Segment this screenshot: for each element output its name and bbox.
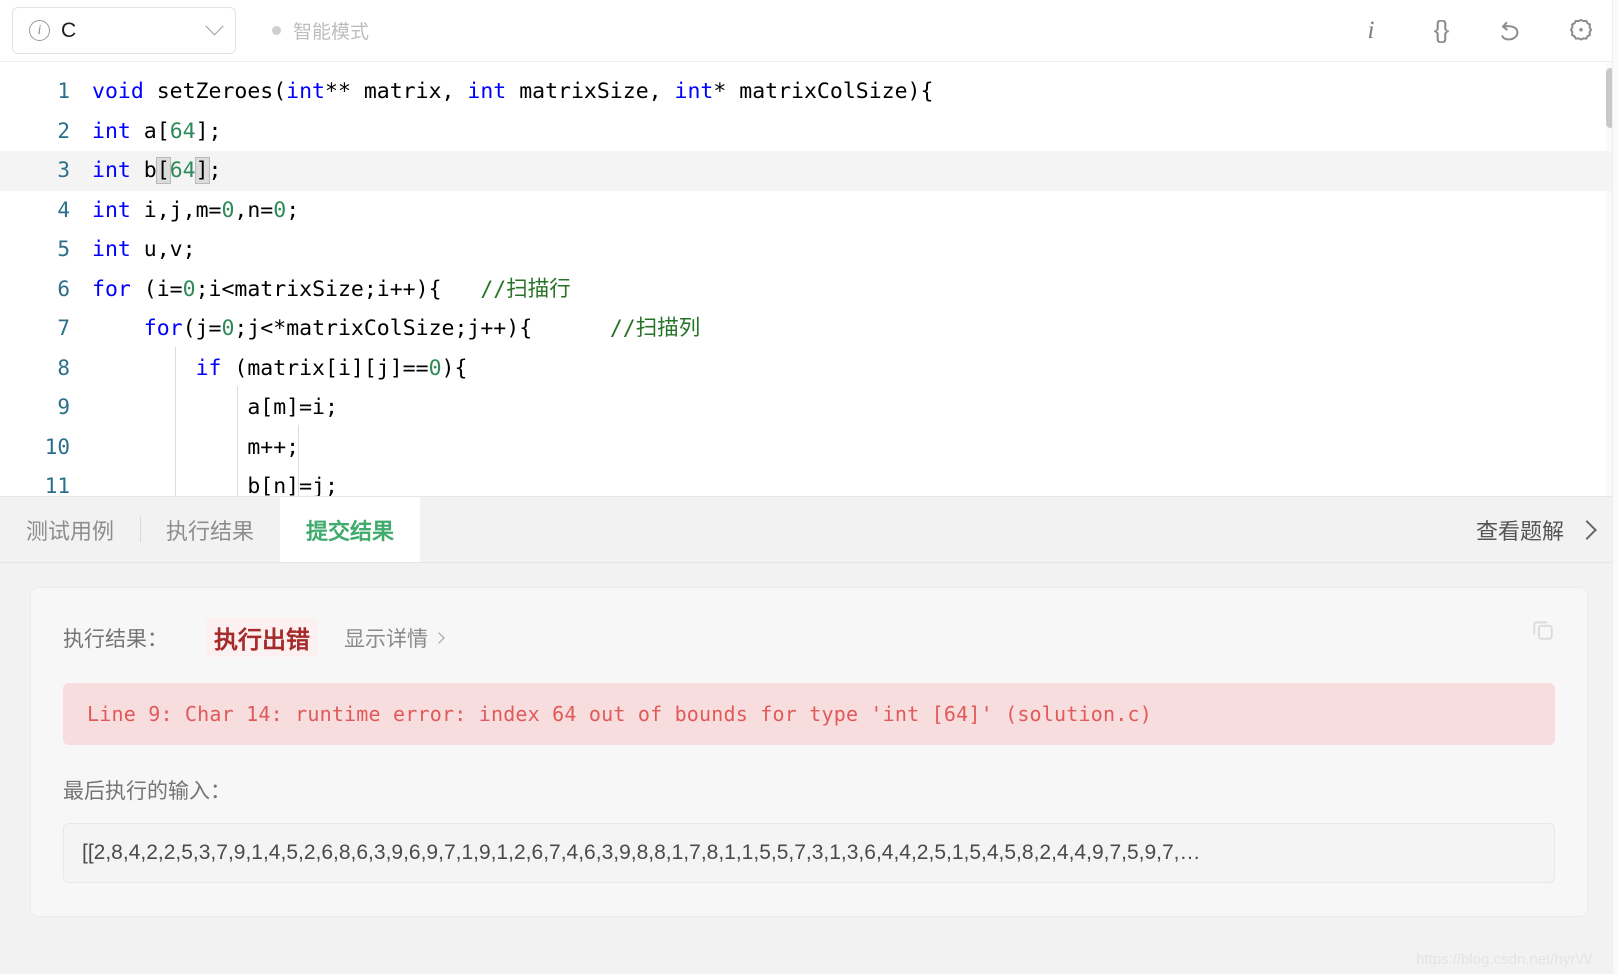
code-line[interactable]: 8 if (matrix[i][j]==0){	[0, 349, 1618, 389]
line-number: 8	[57, 355, 70, 380]
code-line[interactable]: 3 int b[64];	[0, 151, 1618, 191]
smart-mode-label: 智能模式	[293, 22, 370, 43]
show-details-label: 显示详情	[344, 627, 428, 651]
gear-icon	[1569, 18, 1593, 41]
reset-code-button[interactable]	[1496, 16, 1526, 46]
code-line[interactable]: 9 a[m]=i;	[0, 388, 1618, 428]
last-input-box[interactable]: [[2,8,4,2,2,5,3,7,9,1,4,5,2,6,8,6,3,9,6,…	[63, 823, 1555, 883]
status-badge: 执行出错	[206, 618, 318, 657]
chevron-right-icon	[1577, 519, 1597, 540]
info-icon: i	[1367, 16, 1375, 44]
code-line[interactable]: 5 int u,v;	[0, 230, 1618, 270]
line-number: 5	[57, 237, 70, 261]
settings-button[interactable]	[1566, 16, 1596, 46]
page-right-edge	[1612, 0, 1618, 974]
code-text: int i,j,m=0,n=0;	[92, 197, 300, 223]
mode-status-dot	[272, 26, 281, 35]
info-circle-icon: i	[29, 20, 50, 41]
tab-run-result[interactable]: 执行结果	[140, 497, 280, 562]
view-solution-link[interactable]: 查看题解	[1476, 497, 1618, 562]
error-message: Line 9: Char 14: runtime error: index 64…	[87, 702, 1152, 726]
code-text: b[n]=j;	[92, 474, 338, 497]
result-tabbar: 测试用例 执行结果 提交结果 查看题解	[0, 497, 1618, 563]
format-code-button[interactable]: {}	[1426, 16, 1456, 46]
code-line[interactable]: 7 for(j=0;j<*matrixColSize;j++){ //扫描列	[0, 309, 1618, 349]
code-text: int u,v;	[92, 237, 196, 262]
code-text: a[m]=i;	[92, 395, 338, 420]
line-number: 2	[57, 118, 70, 143]
tab-testcase-label: 测试用例	[26, 518, 115, 544]
code-line[interactable]: 6 for (i=0;i<matrixSize;i++){ //扫描行	[0, 270, 1618, 310]
line-number: 1	[57, 79, 70, 103]
info-button[interactable]: i	[1356, 16, 1386, 46]
smart-mode-toggle[interactable]: 智能模式	[272, 17, 369, 44]
last-input-value: [[2,8,4,2,2,5,3,7,9,1,4,5,2,6,8,6,3,9,6,…	[82, 841, 1201, 864]
show-details-link[interactable]: 显示详情	[344, 623, 445, 653]
line-number: 11	[44, 474, 70, 497]
view-solution-label: 查看题解	[1475, 518, 1564, 544]
editor-toolbar: i C 智能模式 i {}	[0, 0, 1618, 62]
line-number: 3	[57, 158, 70, 182]
code-line[interactable]: 11 b[n]=j;	[0, 467, 1618, 497]
code-text: for (i=0;i<matrixSize;i++){ //扫描行	[92, 276, 571, 302]
code-lines[interactable]: 1 void setZeroes(int** matrix, int matrix…	[0, 62, 1618, 497]
chevron-down-icon	[205, 17, 224, 36]
code-line[interactable]: 10 m++;	[0, 428, 1618, 468]
last-input-label: 最后执行的输入：	[63, 780, 231, 803]
tab-submit-result[interactable]: 提交结果	[280, 497, 421, 562]
chevron-right-small-icon	[433, 631, 445, 644]
error-message-box: Line 9: Char 14: runtime error: index 64…	[63, 683, 1555, 745]
toolbar-actions: i {}	[1356, 16, 1596, 46]
tab-testcase[interactable]: 测试用例	[0, 497, 140, 562]
tab-run-result-label: 执行结果	[166, 518, 255, 544]
result-card: 执行结果： 执行出错 显示详情 Line 9: Char 14: runtime…	[30, 587, 1588, 917]
code-text: for(j=0;j<*matrixColSize;j++){ //扫描列	[143, 316, 701, 341]
language-selector[interactable]: i C	[12, 7, 236, 54]
code-text: void setZeroes(int** matrix, int matrixS…	[92, 79, 934, 104]
code-text: int b[64];	[92, 157, 222, 184]
watermark: https://blog.csdn.net/hyr\/\/	[1416, 951, 1592, 968]
code-text: m++;	[92, 434, 300, 460]
undo-arrow-icon	[1501, 21, 1519, 40]
copy-icon	[1533, 621, 1553, 640]
tabbar-spacer	[420, 497, 1476, 562]
line-number: 9	[57, 395, 70, 419]
result-header: 执行结果： 执行出错 显示详情	[63, 618, 1555, 657]
copy-button[interactable]	[1529, 616, 1557, 644]
line-number: 7	[57, 316, 70, 340]
code-line[interactable]: 4 int i,j,m=0,n=0;	[0, 191, 1618, 231]
code-editor[interactable]: 1 void setZeroes(int** matrix, int matrix…	[0, 62, 1618, 497]
braces-icon: {}	[1433, 16, 1450, 44]
language-label: C	[61, 18, 77, 42]
code-line[interactable]: 1 void setZeroes(int** matrix, int matrix…	[0, 72, 1618, 112]
line-number: 6	[57, 276, 70, 301]
line-number: 10	[44, 434, 70, 459]
code-text: if (matrix[i][j]==0){	[195, 355, 468, 381]
tab-submit-result-label: 提交结果	[306, 518, 395, 544]
line-number: 4	[57, 197, 70, 222]
code-text: int a[64];	[92, 118, 222, 144]
submit-result-panel: 执行结果： 执行出错 显示详情 Line 9: Char 14: runtime…	[0, 563, 1618, 974]
code-line[interactable]: 2 int a[64];	[0, 112, 1618, 152]
result-label: 执行结果：	[63, 627, 168, 651]
